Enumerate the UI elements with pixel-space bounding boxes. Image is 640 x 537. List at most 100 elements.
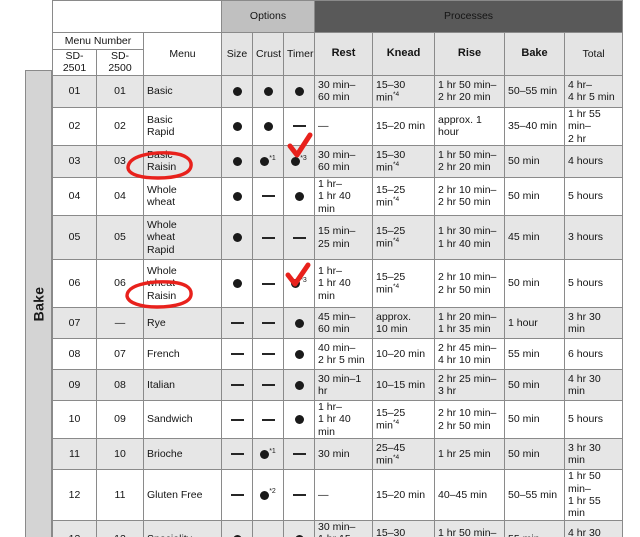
cell-size bbox=[221, 144, 254, 178]
cell-bake: 55 min bbox=[504, 338, 566, 370]
cell-total: 1 hr 55 min– 2 hr bbox=[564, 106, 624, 146]
cell-rise: 2 hr 45 min– 4 hr 10 min bbox=[434, 338, 506, 370]
cell-knead: 15–20 min bbox=[372, 469, 436, 521]
cell-menu-name: Basic Raisin bbox=[142, 144, 223, 178]
table-row: 12 11 Gluten Free *2 —15–20 min 40–45 min 50–5… bbox=[52, 469, 624, 521]
cell-bake: 50–55 min bbox=[504, 469, 566, 521]
cell-knead: 15–25 min*4 bbox=[372, 176, 436, 217]
cell-sd-2501: 01 bbox=[52, 74, 97, 108]
cell-total: 1 hr 50 min– 1 hr 55 min bbox=[564, 469, 624, 521]
available-dot-icon bbox=[294, 191, 304, 201]
cell-sd-2501: 04 bbox=[52, 176, 97, 217]
column-header-rise: Rise bbox=[434, 32, 506, 76]
cell-crust bbox=[252, 519, 285, 537]
table-row: 06 06 Whole wheat Raisin *3 1 hr– 1 hr 40 mi… bbox=[52, 259, 624, 308]
menu-program-table: Options Processes Menu Number Menu Size … bbox=[51, 0, 624, 537]
unavailable-dash-icon bbox=[261, 384, 275, 387]
cell-rise: approx. 1 hour bbox=[434, 106, 506, 146]
available-dot-icon bbox=[260, 490, 270, 500]
cell-crust bbox=[252, 176, 285, 217]
group-header-row: Options Processes bbox=[51, 0, 624, 33]
available-dot-icon bbox=[294, 380, 304, 390]
unavailable-dash-icon bbox=[292, 125, 306, 128]
cell-sd-2501: 11 bbox=[52, 438, 97, 471]
unavailable-dash-icon bbox=[261, 236, 275, 239]
cell-timer bbox=[283, 106, 316, 146]
cell-total: 5 hours bbox=[564, 399, 624, 440]
cell-rise: 40–45 min bbox=[434, 469, 506, 521]
column-header-size: Size bbox=[221, 32, 254, 76]
cell-sd-2500: 09 bbox=[96, 399, 144, 440]
cell-menu-name: French bbox=[142, 338, 223, 370]
cell-bake: 50 min bbox=[504, 369, 566, 401]
footnote-marker: *1 bbox=[269, 154, 276, 162]
cell-timer bbox=[283, 215, 316, 260]
cell-crust bbox=[252, 215, 285, 260]
cell-size bbox=[221, 438, 254, 471]
cell-menu-name: Whole wheat bbox=[142, 176, 223, 217]
cell-rest: 45 min– 60 min bbox=[314, 307, 374, 339]
cell-knead: 15–30 min*4 bbox=[372, 519, 436, 537]
table-row: 05 05 Whole wheat Rapid 15 min– 25 min 15–25… bbox=[52, 215, 624, 260]
unavailable-dash-icon bbox=[292, 493, 306, 496]
cell-sd-2500: 12 bbox=[96, 519, 144, 537]
cell-knead: 10–20 min bbox=[372, 338, 436, 370]
cell-sd-2500: — bbox=[96, 307, 144, 339]
unavailable-dash-icon bbox=[292, 236, 306, 239]
side-band-label: Bake bbox=[30, 286, 47, 322]
available-dot-icon bbox=[291, 279, 301, 289]
cell-crust bbox=[252, 369, 285, 401]
column-header-knead: Knead bbox=[372, 32, 436, 76]
footnote-marker: *4 bbox=[392, 196, 400, 204]
table-row: 07— Rye 45 min– 60 min approx. 10 min 1 hr 2… bbox=[52, 307, 624, 339]
footnote-marker: *4 bbox=[392, 453, 400, 461]
cell-sd-2500: 01 bbox=[96, 74, 144, 108]
table-row: 09 08 Italian 30 min–1 hr 10–15 min 2 hr 25 m… bbox=[52, 369, 624, 401]
cell-sd-2501: 08 bbox=[52, 338, 97, 370]
menu-number-group-label: Menu Number bbox=[52, 32, 144, 50]
unavailable-dash-icon bbox=[261, 353, 275, 356]
unavailable-dash-icon bbox=[230, 453, 244, 456]
footnote-marker: *4 bbox=[392, 91, 400, 98]
cell-total: 4 hr– 4 hr 5 min bbox=[564, 74, 624, 108]
cell-rest: 30 min–1 hr bbox=[314, 369, 374, 401]
cell-sd-2501: 03 bbox=[52, 144, 97, 178]
cell-sd-2500: 08 bbox=[96, 369, 144, 401]
cell-sd-2500: 03 bbox=[96, 144, 144, 178]
cell-size bbox=[221, 469, 254, 521]
cell-bake: 50 min bbox=[504, 259, 566, 308]
group-header-options: Options bbox=[221, 0, 316, 33]
cell-size bbox=[221, 307, 254, 339]
table-row: 02 02 Basic Rapid —15–20 min approx. 1 hour 3… bbox=[52, 106, 624, 146]
cell-menu-name: Whole wheat Rapid bbox=[142, 215, 223, 260]
cell-size bbox=[221, 399, 254, 440]
column-header-crust: Crust bbox=[252, 32, 285, 76]
cell-knead: 15–25 min*4 bbox=[372, 399, 436, 440]
available-dot-icon bbox=[260, 157, 270, 167]
cell-total: 5 hours bbox=[564, 176, 624, 217]
footnote-marker: *3 bbox=[300, 277, 307, 285]
unavailable-dash-icon bbox=[230, 493, 244, 496]
cell-knead: 10–15 min bbox=[372, 369, 436, 401]
available-dot-icon bbox=[232, 191, 242, 201]
cell-knead: 25–45 min*4 bbox=[372, 438, 436, 471]
cell-rise: 1 hr 50 min– 2 hr 20 min bbox=[434, 74, 506, 108]
cell-sd-2501: 06 bbox=[52, 259, 97, 308]
available-dot-icon bbox=[263, 86, 273, 96]
cell-timer bbox=[283, 176, 316, 217]
available-dot-icon bbox=[294, 318, 304, 328]
cell-menu-name: Sandwich bbox=[142, 399, 223, 440]
cell-menu-name: Speciality bbox=[142, 519, 223, 537]
cell-bake: 45 min bbox=[504, 215, 566, 260]
cell-rise: 2 hr 10 min– 2 hr 50 min bbox=[434, 259, 506, 308]
cell-rest: 30 min– 60 min bbox=[314, 74, 374, 108]
cell-sd-2500: 07 bbox=[96, 338, 144, 370]
available-dot-icon bbox=[291, 157, 301, 167]
menu-number-group-row: Menu Number Menu Size Crust Timer Rest K… bbox=[52, 32, 624, 76]
cell-rest: 1 hr– 1 hr 40 min bbox=[314, 176, 374, 217]
cell-bake: 50 min bbox=[504, 438, 566, 471]
cell-rest: 1 hr– 1 hr 40 min bbox=[314, 259, 374, 308]
group-header-processes: Processes bbox=[314, 0, 624, 33]
cell-size bbox=[221, 74, 254, 108]
cell-knead: 15–25 min*4 bbox=[372, 259, 436, 308]
